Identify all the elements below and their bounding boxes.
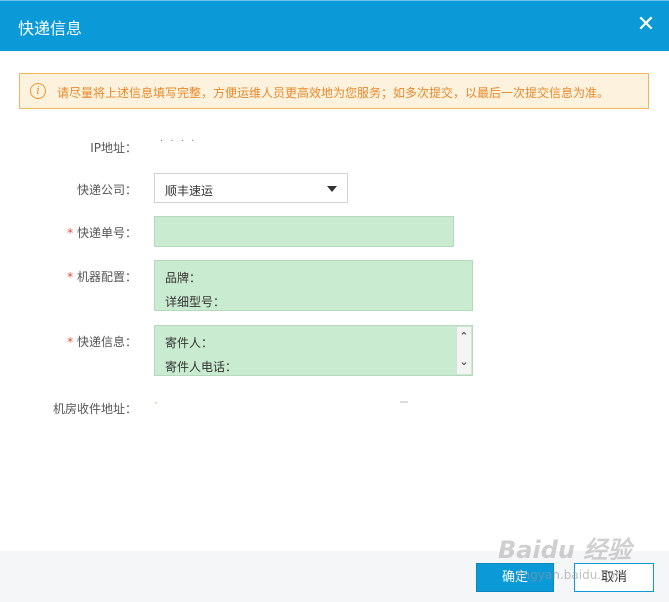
notice-text: 请尽量将上述信息填写完整，方便运维人员更高效地为您服务；如多次提交，以最后一次提… <box>57 86 610 100</box>
dialog-footer <box>0 551 669 602</box>
address-divider <box>400 401 408 403</box>
shipping-line-phone: 寄件人电话： <box>165 360 238 374</box>
close-icon[interactable]: ✕ <box>635 14 657 36</box>
ip-label: IP地址： <box>90 141 137 155</box>
address-label: 机房收件地址： <box>52 402 137 416</box>
dialog-title: 快递信息 <box>18 19 83 38</box>
notice-banner: i 请尽量将上述信息填写完整，方便运维人员更高效地为您服务；如多次提交，以最后一… <box>19 73 649 109</box>
dialog-header: 快递信息 ✕ <box>0 0 669 51</box>
cancel-button[interactable]: 取消 <box>574 563 654 592</box>
scroll-down-icon[interactable]: ⌄ <box>458 356 470 368</box>
shipping-info-textarea[interactable]: 寄件人： 寄件人电话： ⌃ ⌄ <box>154 325 473 376</box>
company-select[interactable]: 顺丰速运 <box>154 173 348 203</box>
machine-config-textarea[interactable]: 品牌： 详细型号： <box>154 260 473 311</box>
required-marker: * <box>67 270 74 284</box>
machine-config-label: * 机器配置： <box>67 270 137 284</box>
shipping-info-label: * 快递信息： <box>67 335 137 349</box>
tracking-label: * 快递单号： <box>67 226 137 240</box>
required-marker: * <box>67 335 74 349</box>
company-selected-value: 顺丰速运 <box>165 184 214 198</box>
scroll-up-icon[interactable]: ⌃ <box>458 331 470 343</box>
address-value: · <box>154 396 158 410</box>
scrollbar[interactable]: ⌃ ⌄ <box>456 327 471 374</box>
warning-icon: i <box>30 83 46 99</box>
required-marker: * <box>67 226 74 240</box>
machine-line-brand: 品牌： <box>165 271 202 285</box>
chevron-down-icon <box>327 186 337 192</box>
tracking-number-input[interactable] <box>154 216 454 247</box>
ip-value: · · · · <box>160 136 197 147</box>
machine-line-model: 详细型号： <box>165 295 226 309</box>
confirm-button[interactable]: 确定 <box>476 563 554 592</box>
shipping-line-sender: 寄件人： <box>165 336 214 350</box>
company-label: 快递公司： <box>76 183 137 197</box>
